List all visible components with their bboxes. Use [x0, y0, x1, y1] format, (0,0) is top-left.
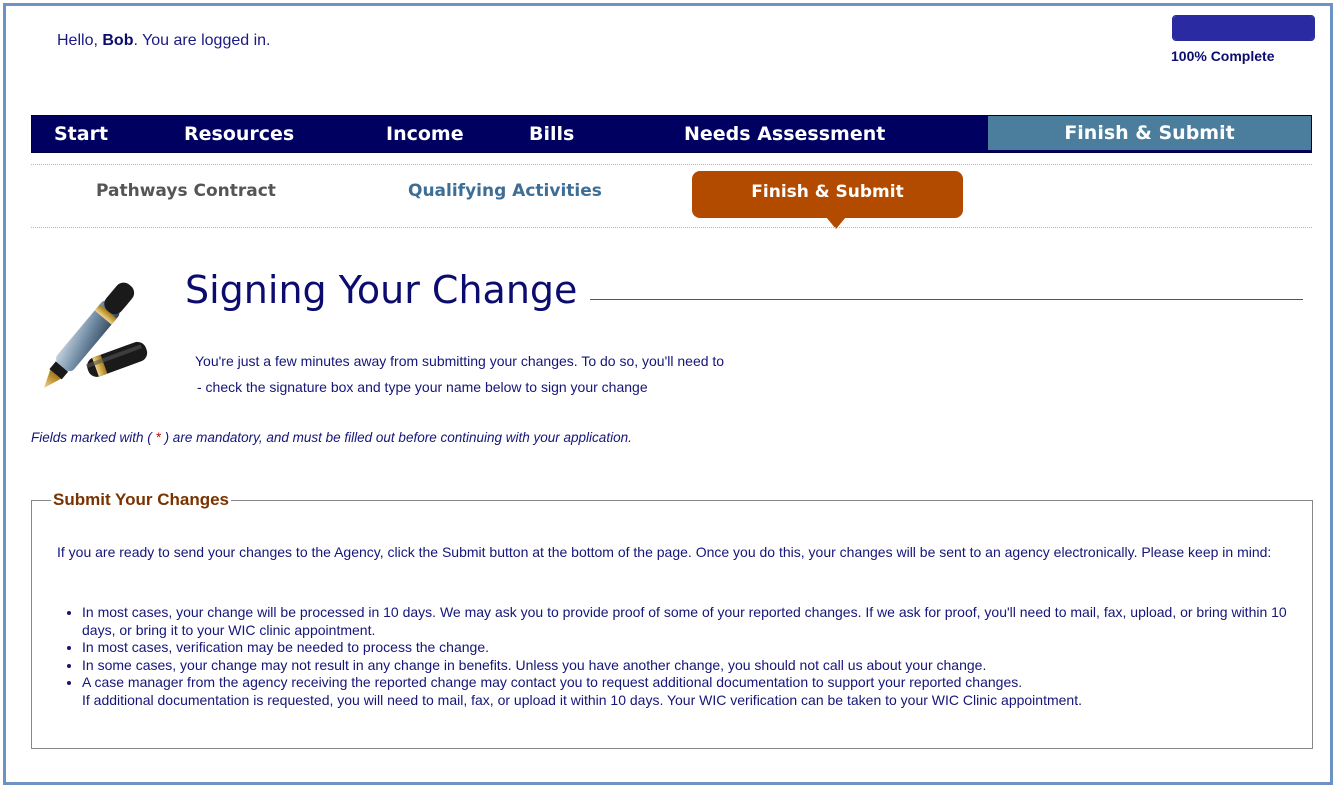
subtab-pathways-contract[interactable]: Pathways Contract	[96, 181, 276, 201]
progress-fill	[1173, 16, 1314, 40]
progress-label: 100% Complete	[1171, 48, 1275, 64]
mandatory-prefix: Fields marked with (	[31, 430, 156, 445]
intro-instruction: - check the signature box and type your …	[197, 379, 648, 395]
list-item: In most cases, verification may be neede…	[82, 639, 1302, 657]
tab-start[interactable]: Start	[54, 116, 108, 152]
mandatory-suffix: ) are mandatory, and must be filled out …	[160, 430, 632, 445]
list-item: In some cases, your change may not resul…	[82, 657, 1302, 675]
intro-text: You're just a few minutes away from subm…	[195, 353, 725, 369]
subtab-finish-submit[interactable]: Finish & Submit	[692, 171, 963, 218]
greeting-suffix: . You are logged in.	[133, 32, 271, 49]
submit-instructions: If you are ready to send your changes to…	[57, 544, 1272, 560]
tab-needs-assessment[interactable]: Needs Assessment	[684, 116, 885, 152]
section-legend: Submit Your Changes	[51, 490, 232, 510]
reminder-list: In most cases, your change will be proce…	[57, 604, 1302, 709]
list-item: In most cases, your change will be proce…	[82, 604, 1302, 639]
list-item-text: A case manager from the agency receiving…	[82, 674, 1023, 690]
title-rule	[590, 299, 1303, 300]
tab-income[interactable]: Income	[386, 116, 464, 152]
tab-finish-submit[interactable]: Finish & Submit	[988, 116, 1311, 150]
progress-bar	[1172, 15, 1315, 41]
list-item-continuation: If additional documentation is requested…	[82, 691, 1082, 708]
page-title: Signing Your Change	[185, 268, 578, 312]
subnav-divider-bottom	[31, 227, 1312, 228]
subtab-qualifying-activities[interactable]: Qualifying Activities	[408, 181, 602, 201]
tab-resources[interactable]: Resources	[184, 116, 294, 152]
top-navigation: Start Resources Income Bills Needs Asses…	[31, 115, 1312, 153]
list-item: A case manager from the agency receiving…	[82, 674, 1302, 709]
subnav-divider-top	[31, 164, 1312, 165]
greeting: Hello, Bob. You are logged in.	[57, 32, 270, 50]
fountain-pen-icon	[44, 282, 148, 388]
mandatory-fields-note: Fields marked with ( * ) are mandatory, …	[31, 430, 632, 445]
greeting-prefix: Hello,	[57, 32, 103, 49]
tab-bills[interactable]: Bills	[529, 116, 574, 152]
user-name: Bob	[102, 32, 134, 49]
